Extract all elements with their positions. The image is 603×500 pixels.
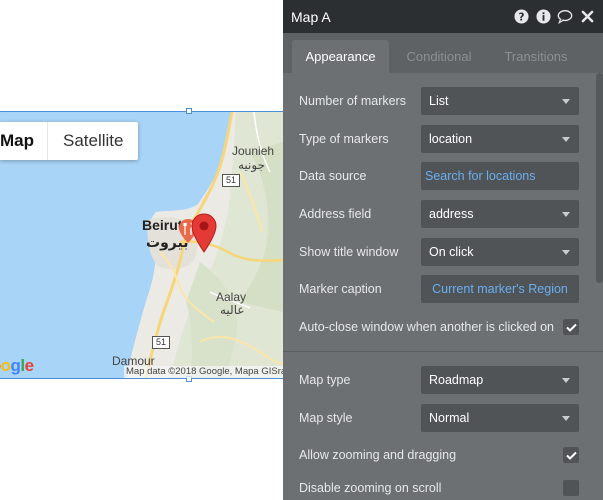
tab-transitions[interactable]: Transitions — [493, 40, 579, 73]
header-icons: ? — [513, 8, 595, 24]
checkmark-icon — [565, 451, 577, 460]
marker-caption-expression[interactable]: Current marker's Region — [421, 275, 579, 303]
panel-tabs: Appearance Conditional Transitions — [283, 40, 603, 73]
map-label-aalay-ar: عاليه — [220, 303, 245, 317]
label-map-style: Map style — [299, 411, 353, 425]
row-address-field: Address field address — [299, 200, 583, 228]
type-of-markers-dropdown[interactable]: location — [421, 125, 579, 153]
address-field-value: address — [429, 207, 474, 221]
row-number-of-markers: Number of markers List — [299, 87, 583, 115]
chevron-down-icon — [562, 137, 570, 142]
panel-body: Number of markers List Type of markers l… — [283, 73, 603, 500]
data-source-expression[interactable]: Search for locations — [421, 162, 579, 190]
map-marker-icon[interactable] — [191, 213, 217, 253]
property-editor-panel: Map A ? Appearance Conditional Transitio… — [283, 0, 603, 500]
google-logo: Google — [0, 356, 34, 375]
map-type-value: Roadmap — [429, 373, 484, 387]
chevron-down-icon — [562, 378, 570, 383]
label-auto-close: Auto-close window when another is clicke… — [299, 320, 554, 334]
info-icon[interactable] — [535, 8, 551, 24]
disable-scroll-zoom-checkbox[interactable] — [563, 480, 579, 496]
checkmark-icon — [565, 323, 577, 332]
help-icon[interactable]: ? — [513, 8, 529, 24]
label-data-source: Data source — [299, 169, 367, 183]
label-number-of-markers: Number of markers — [299, 94, 406, 108]
address-field-dropdown[interactable]: address — [421, 200, 579, 228]
panel-header[interactable]: Map A ? — [283, 0, 603, 33]
resize-handle-top[interactable] — [186, 108, 192, 114]
row-disable-scroll-zoom: Disable zooming on scroll — [299, 474, 583, 500]
auto-close-checkbox[interactable] — [563, 319, 579, 335]
map-style-dropdown[interactable]: Normal — [421, 404, 579, 432]
row-map-style: Map style Normal — [299, 404, 583, 432]
chevron-down-icon — [562, 99, 570, 104]
tab-conditional[interactable]: Conditional — [392, 40, 486, 73]
row-type-of-markers: Type of markers location — [299, 125, 583, 153]
label-map-type: Map type — [299, 373, 351, 387]
map-label-aalay: Aalay — [216, 290, 247, 304]
editor-canvas: Jounieh جونيه 51 Beirut بيروت Aalay عالي… — [0, 0, 283, 500]
map-type-satellite-button[interactable]: Satellite — [48, 122, 138, 160]
row-data-source: Data source Search for locations — [299, 162, 583, 190]
label-disable-scroll-zoom: Disable zooming on scroll — [299, 481, 442, 495]
show-title-window-dropdown[interactable]: On click — [421, 238, 579, 266]
map-label-beirut: Beirut — [142, 217, 183, 233]
svg-text:?: ? — [518, 11, 524, 23]
number-of-markers-dropdown[interactable]: List — [421, 87, 579, 115]
tab-appearance[interactable]: Appearance — [292, 40, 389, 73]
allow-zooming-checkbox[interactable] — [563, 447, 579, 463]
label-type-of-markers: Type of markers — [299, 132, 389, 146]
type-of-markers-value: location — [429, 132, 473, 146]
section-divider — [283, 351, 603, 352]
map-attribution[interactable]: Map data ©2018 Google, Mapa GISrael — [124, 366, 283, 378]
row-marker-caption: Marker caption Current marker's Region — [299, 275, 583, 303]
row-map-type: Map type Roadmap — [299, 366, 583, 394]
label-marker-caption: Marker caption — [299, 282, 382, 296]
map-type-control: Map Satellite — [0, 122, 139, 160]
chevron-down-icon — [562, 212, 570, 217]
row-allow-zooming: Allow zooming and dragging — [299, 441, 583, 469]
map-label-jounieh-ar: جونيه — [238, 158, 266, 172]
number-of-markers-value: List — [429, 94, 449, 108]
show-title-window-value: On click — [429, 245, 474, 259]
map-label-jounieh: Jounieh — [232, 144, 275, 158]
close-icon[interactable] — [579, 8, 595, 24]
comment-icon[interactable] — [557, 8, 573, 24]
map-type-map-button[interactable]: Map — [0, 122, 48, 160]
chevron-down-icon — [562, 416, 570, 421]
label-allow-zooming: Allow zooming and dragging — [299, 448, 457, 462]
map-style-value: Normal — [429, 411, 470, 425]
row-auto-close: Auto-close window when another is clicke… — [299, 313, 583, 341]
label-address-field: Address field — [299, 207, 372, 221]
map-type-dropdown[interactable]: Roadmap — [421, 366, 579, 394]
panel-title: Map A — [291, 8, 331, 25]
row-show-title-window: Show title window On click — [299, 238, 583, 266]
road-shield-51-bottom: 51 — [152, 336, 171, 349]
label-show-title-window: Show title window — [299, 245, 399, 259]
chevron-down-icon — [562, 250, 570, 255]
app-root: Jounieh جونيه 51 Beirut بيروت Aalay عالي… — [0, 0, 603, 500]
panel-scrollbar[interactable] — [596, 73, 603, 283]
road-shield-51-top: 51 — [222, 174, 241, 187]
